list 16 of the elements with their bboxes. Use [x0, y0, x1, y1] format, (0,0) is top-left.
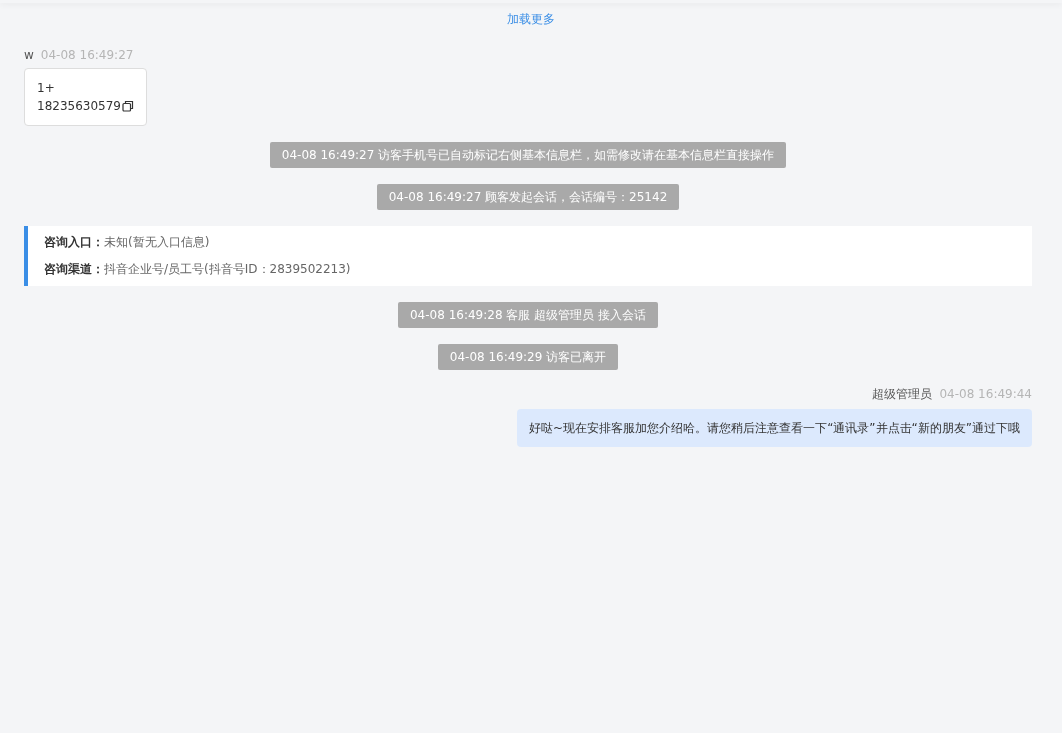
field-value: 未知(暂无入口信息) — [104, 235, 210, 249]
field-label: 咨询入口： — [44, 235, 104, 249]
system-notice: 04-08 16:49:27 访客手机号已自动标记右侧基本信息栏，如需修改请在基本信息栏直接操作 — [269, 142, 787, 168]
message-time: 04-08 16:49:27 — [40, 48, 134, 62]
sender-name: w — [24, 48, 34, 62]
system-notice: 04-08 16:49:27 顾客发起会话，会话编号：25142 — [376, 184, 680, 210]
message-text: 1+ 18235630579 — [37, 80, 121, 115]
system-notice: 04-08 16:49:29 访客已离开 — [437, 344, 619, 370]
system-notice: 04-08 16:49:28 客服 超级管理员 接入会话 — [398, 302, 658, 328]
field-label: 咨询渠道： — [44, 262, 104, 276]
field-value: 抖音企业号/员工号(抖音号ID：2839502213) — [104, 262, 351, 276]
sender-name: 超级管理员 — [872, 386, 933, 403]
load-more-link[interactable]: 加载更多 — [507, 12, 555, 26]
copy-icon[interactable] — [122, 100, 134, 112]
message-time: 04-08 16:49:44 — [939, 387, 1032, 401]
message-bubble: 好哒~现在安排客服加您介绍哈。请您稍后注意查看一下“通讯录”并点击“新的朋友”通过下哦 — [517, 409, 1032, 447]
